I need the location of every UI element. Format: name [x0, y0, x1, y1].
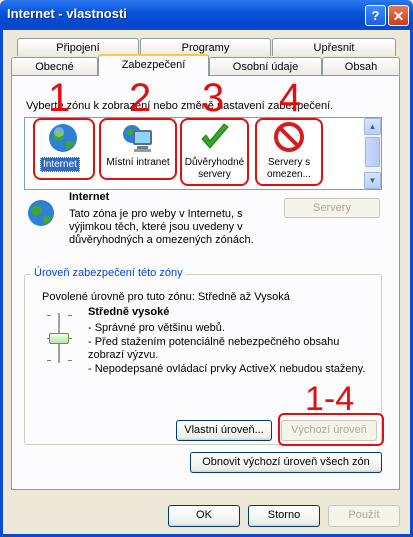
security-level-slider[interactable]	[43, 313, 75, 363]
annotation-number-3: 3	[202, 76, 225, 120]
scroll-thumb[interactable]	[365, 137, 380, 167]
tab-advanced[interactable]: Upřesnit	[272, 38, 396, 56]
annotation-number-4: 4	[279, 76, 302, 120]
globe-icon	[49, 124, 77, 152]
custom-level-button[interactable]: Vlastní úroveň...	[176, 420, 272, 441]
close-button[interactable]: ✕	[388, 5, 409, 26]
allowed-levels-text: Povolené úrovně pro tuto zónu: Středně a…	[42, 291, 290, 303]
scroll-up-icon[interactable]: ▲	[364, 118, 381, 135]
tab-content[interactable]: Obsah	[322, 57, 400, 75]
reset-all-zones-button[interactable]: Obnovit výchozí úroveň všech zón	[190, 452, 382, 473]
tab-security[interactable]: Zabezpečení	[98, 54, 209, 76]
zone-info-description: Tato zóna je pro weby v Internetu, s výj…	[69, 208, 254, 246]
zone-trusted-label: Důvěryhodné servery	[184, 157, 245, 180]
servers-button[interactable]: Servery	[284, 198, 380, 218]
annotation-number-1: 1	[48, 76, 71, 120]
ok-button[interactable]: OK	[168, 505, 240, 527]
zone-restricted-sites[interactable]: Servery s omezen...	[255, 118, 323, 186]
tab-general[interactable]: Obecné	[11, 57, 98, 75]
security-level-bullet-3: - Nepodepsané ovládací prvky ActiveX neb…	[88, 363, 366, 375]
annotation-number-2: 2	[129, 76, 152, 120]
restricted-icon	[274, 122, 304, 152]
security-level-bullet-2: - Před stažením potenciálně nebezpečného…	[88, 336, 340, 361]
zone-list-scrollbar[interactable]: ▲ ▼	[364, 118, 381, 189]
zone-internet-label: Internet	[40, 157, 80, 172]
zone-intranet-label: Místní intranet	[106, 157, 170, 168]
slider-thumb[interactable]	[49, 333, 69, 344]
selected-zone-globe-icon	[28, 200, 54, 226]
zone-internet[interactable]: Internet	[33, 118, 95, 180]
window-title: Internet - vlastnosti	[7, 6, 127, 21]
checkmark-icon	[201, 123, 229, 149]
scroll-down-icon[interactable]: ▼	[364, 172, 381, 189]
zone-trusted-sites[interactable]: Důvěryhodné servery	[180, 118, 249, 186]
default-level-button[interactable]: Výchozí úroveň	[281, 420, 377, 441]
zone-local-intranet[interactable]: Místní intranet	[99, 118, 177, 180]
zone-info-title: Internet	[69, 191, 110, 203]
help-button[interactable]: ?	[365, 5, 386, 26]
cancel-button[interactable]: Storno	[248, 505, 320, 527]
tab-privacy[interactable]: Osobní údaje	[209, 57, 322, 75]
security-level-name: Středně vysoké	[88, 306, 170, 318]
security-level-legend: Úroveň zabezpečení této zóny	[31, 267, 186, 279]
zone-restricted-label: Servery s omezen...	[267, 157, 311, 180]
apply-button[interactable]: Použít	[328, 505, 400, 527]
computer-icon	[123, 125, 152, 152]
security-level-bullet-1: - Správné pro většinu webů.	[88, 322, 225, 334]
